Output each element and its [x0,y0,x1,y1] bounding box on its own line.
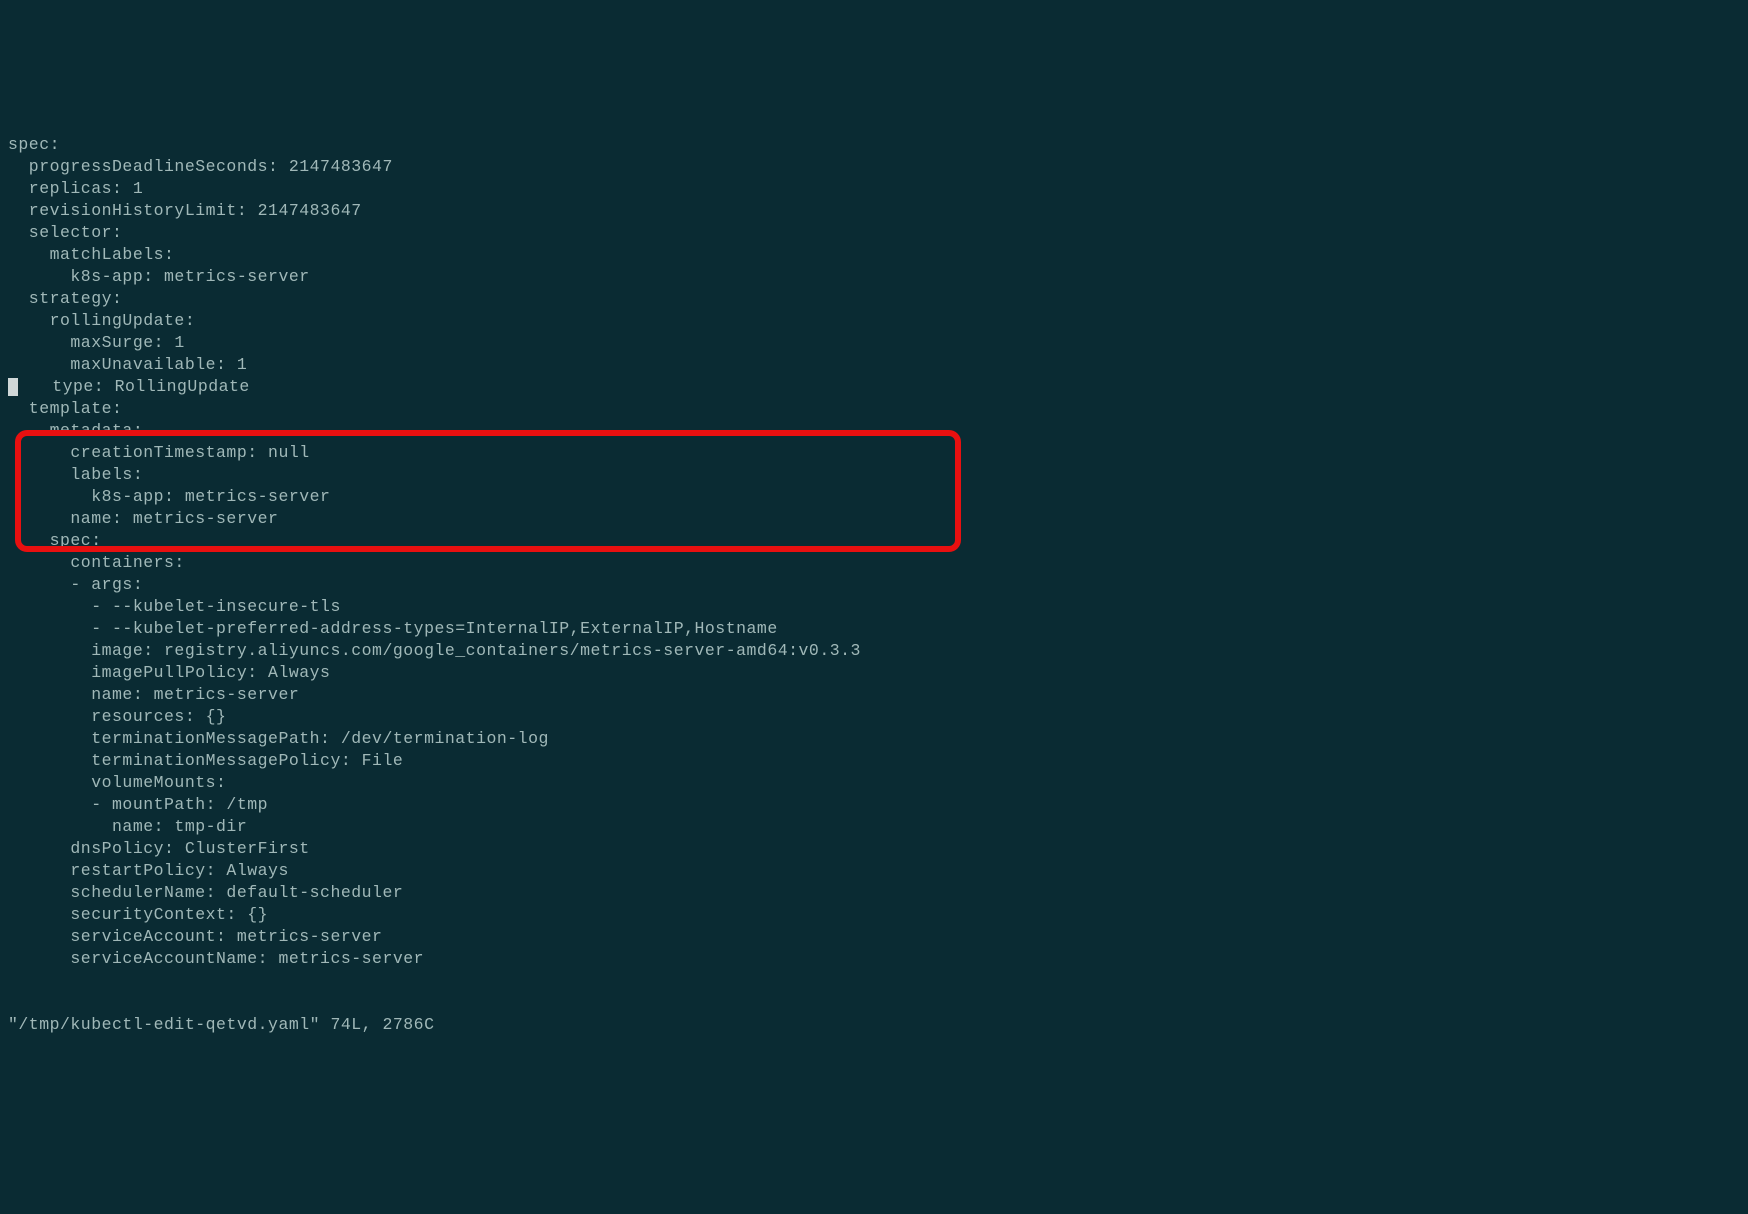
code-line[interactable]: imagePullPolicy: Always [8,662,1740,684]
line-text: type: RollingUpdate [21,377,250,396]
code-line[interactable]: revisionHistoryLimit: 2147483647 [8,200,1740,222]
code-line[interactable]: labels: [8,464,1740,486]
code-line[interactable]: name: metrics-server [8,684,1740,706]
code-line[interactable]: containers: [8,552,1740,574]
yaml-code-area[interactable]: spec: progressDeadlineSeconds: 214748364… [8,134,1740,970]
code-line[interactable]: schedulerName: default-scheduler [8,882,1740,904]
code-line[interactable]: creationTimestamp: null [8,442,1740,464]
code-line[interactable]: restartPolicy: Always [8,860,1740,882]
code-line[interactable]: - mountPath: /tmp [8,794,1740,816]
code-line[interactable]: serviceAccountName: metrics-server [8,948,1740,970]
code-line[interactable]: name: metrics-server [8,508,1740,530]
code-line[interactable]: image: registry.aliyuncs.com/google_cont… [8,640,1740,662]
code-line[interactable]: maxSurge: 1 [8,332,1740,354]
text-cursor [8,378,18,396]
code-line[interactable]: dnsPolicy: ClusterFirst [8,838,1740,860]
code-line[interactable]: name: tmp-dir [8,816,1740,838]
code-line[interactable]: resources: {} [8,706,1740,728]
code-line[interactable]: matchLabels: [8,244,1740,266]
code-line[interactable]: strategy: [8,288,1740,310]
code-line[interactable]: rollingUpdate: [8,310,1740,332]
code-line[interactable]: selector: [8,222,1740,244]
code-line[interactable]: template: [8,398,1740,420]
code-line[interactable]: - --kubelet-insecure-tls [8,596,1740,618]
code-line[interactable]: maxUnavailable: 1 [8,354,1740,376]
code-line[interactable]: k8s-app: metrics-server [8,266,1740,288]
code-line[interactable]: metadata: [8,420,1740,442]
code-line[interactable]: volumeMounts: [8,772,1740,794]
code-line[interactable]: terminationMessagePath: /dev/termination… [8,728,1740,750]
code-line[interactable]: progressDeadlineSeconds: 2147483647 [8,156,1740,178]
code-line[interactable]: spec: [8,530,1740,552]
code-line[interactable]: securityContext: {} [8,904,1740,926]
code-line[interactable]: terminationMessagePolicy: File [8,750,1740,772]
code-line[interactable]: replicas: 1 [8,178,1740,200]
code-line[interactable]: type: RollingUpdate [8,376,1740,398]
terminal-editor[interactable]: spec: progressDeadlineSeconds: 214748364… [0,88,1748,1060]
code-line[interactable]: - --kubelet-preferred-address-types=Inte… [8,618,1740,640]
code-line[interactable]: serviceAccount: metrics-server [8,926,1740,948]
code-line[interactable]: spec: [8,134,1740,156]
code-line[interactable]: - args: [8,574,1740,596]
code-line[interactable]: k8s-app: metrics-server [8,486,1740,508]
vim-status-line: "/tmp/kubectl-edit-qetvd.yaml" 74L, 2786… [8,1014,1740,1036]
